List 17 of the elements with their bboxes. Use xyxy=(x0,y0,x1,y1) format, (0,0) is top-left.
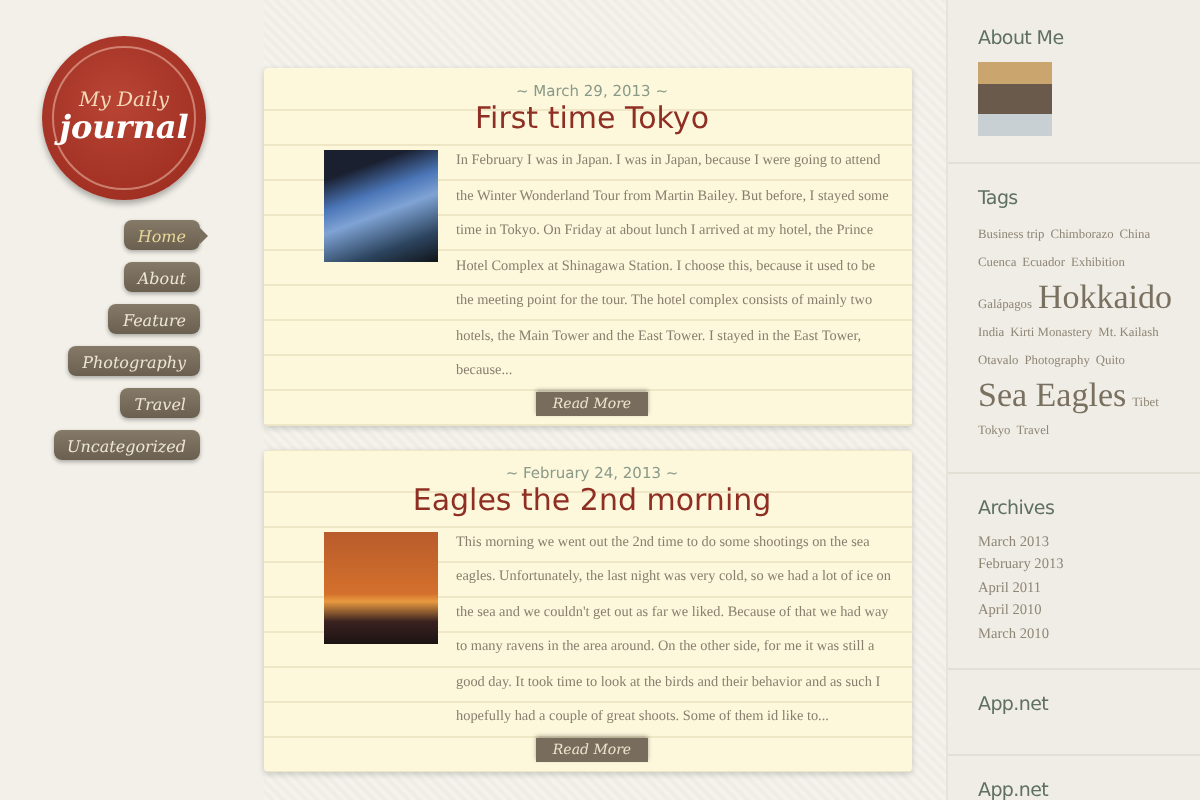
tag-link[interactable]: Sea Eagles xyxy=(978,374,1127,418)
post-title[interactable]: First time Tokyo xyxy=(475,100,709,136)
section-heading: App.net xyxy=(978,693,1051,715)
section-heading: Tags xyxy=(978,188,1020,210)
nav-button[interactable]: Photography xyxy=(68,346,200,376)
nav-button[interactable]: Uncategorized xyxy=(53,430,200,460)
logo-badge[interactable]: My Daily journal xyxy=(42,36,206,200)
logo-title: journal xyxy=(59,108,189,146)
logo-tagline: My Daily xyxy=(78,90,170,112)
nav-button[interactable]: About xyxy=(123,262,200,292)
section-heading: About Me xyxy=(978,28,1066,50)
section-heading: App.net xyxy=(978,779,1051,800)
post-title[interactable]: Eagles the 2nd morning xyxy=(412,481,772,517)
nav-button[interactable]: Travel xyxy=(120,388,200,418)
tag-link[interactable]: Hokkaido xyxy=(1037,276,1173,320)
nav-button[interactable]: Feature xyxy=(108,304,200,334)
section-heading: Archives xyxy=(978,497,1057,519)
